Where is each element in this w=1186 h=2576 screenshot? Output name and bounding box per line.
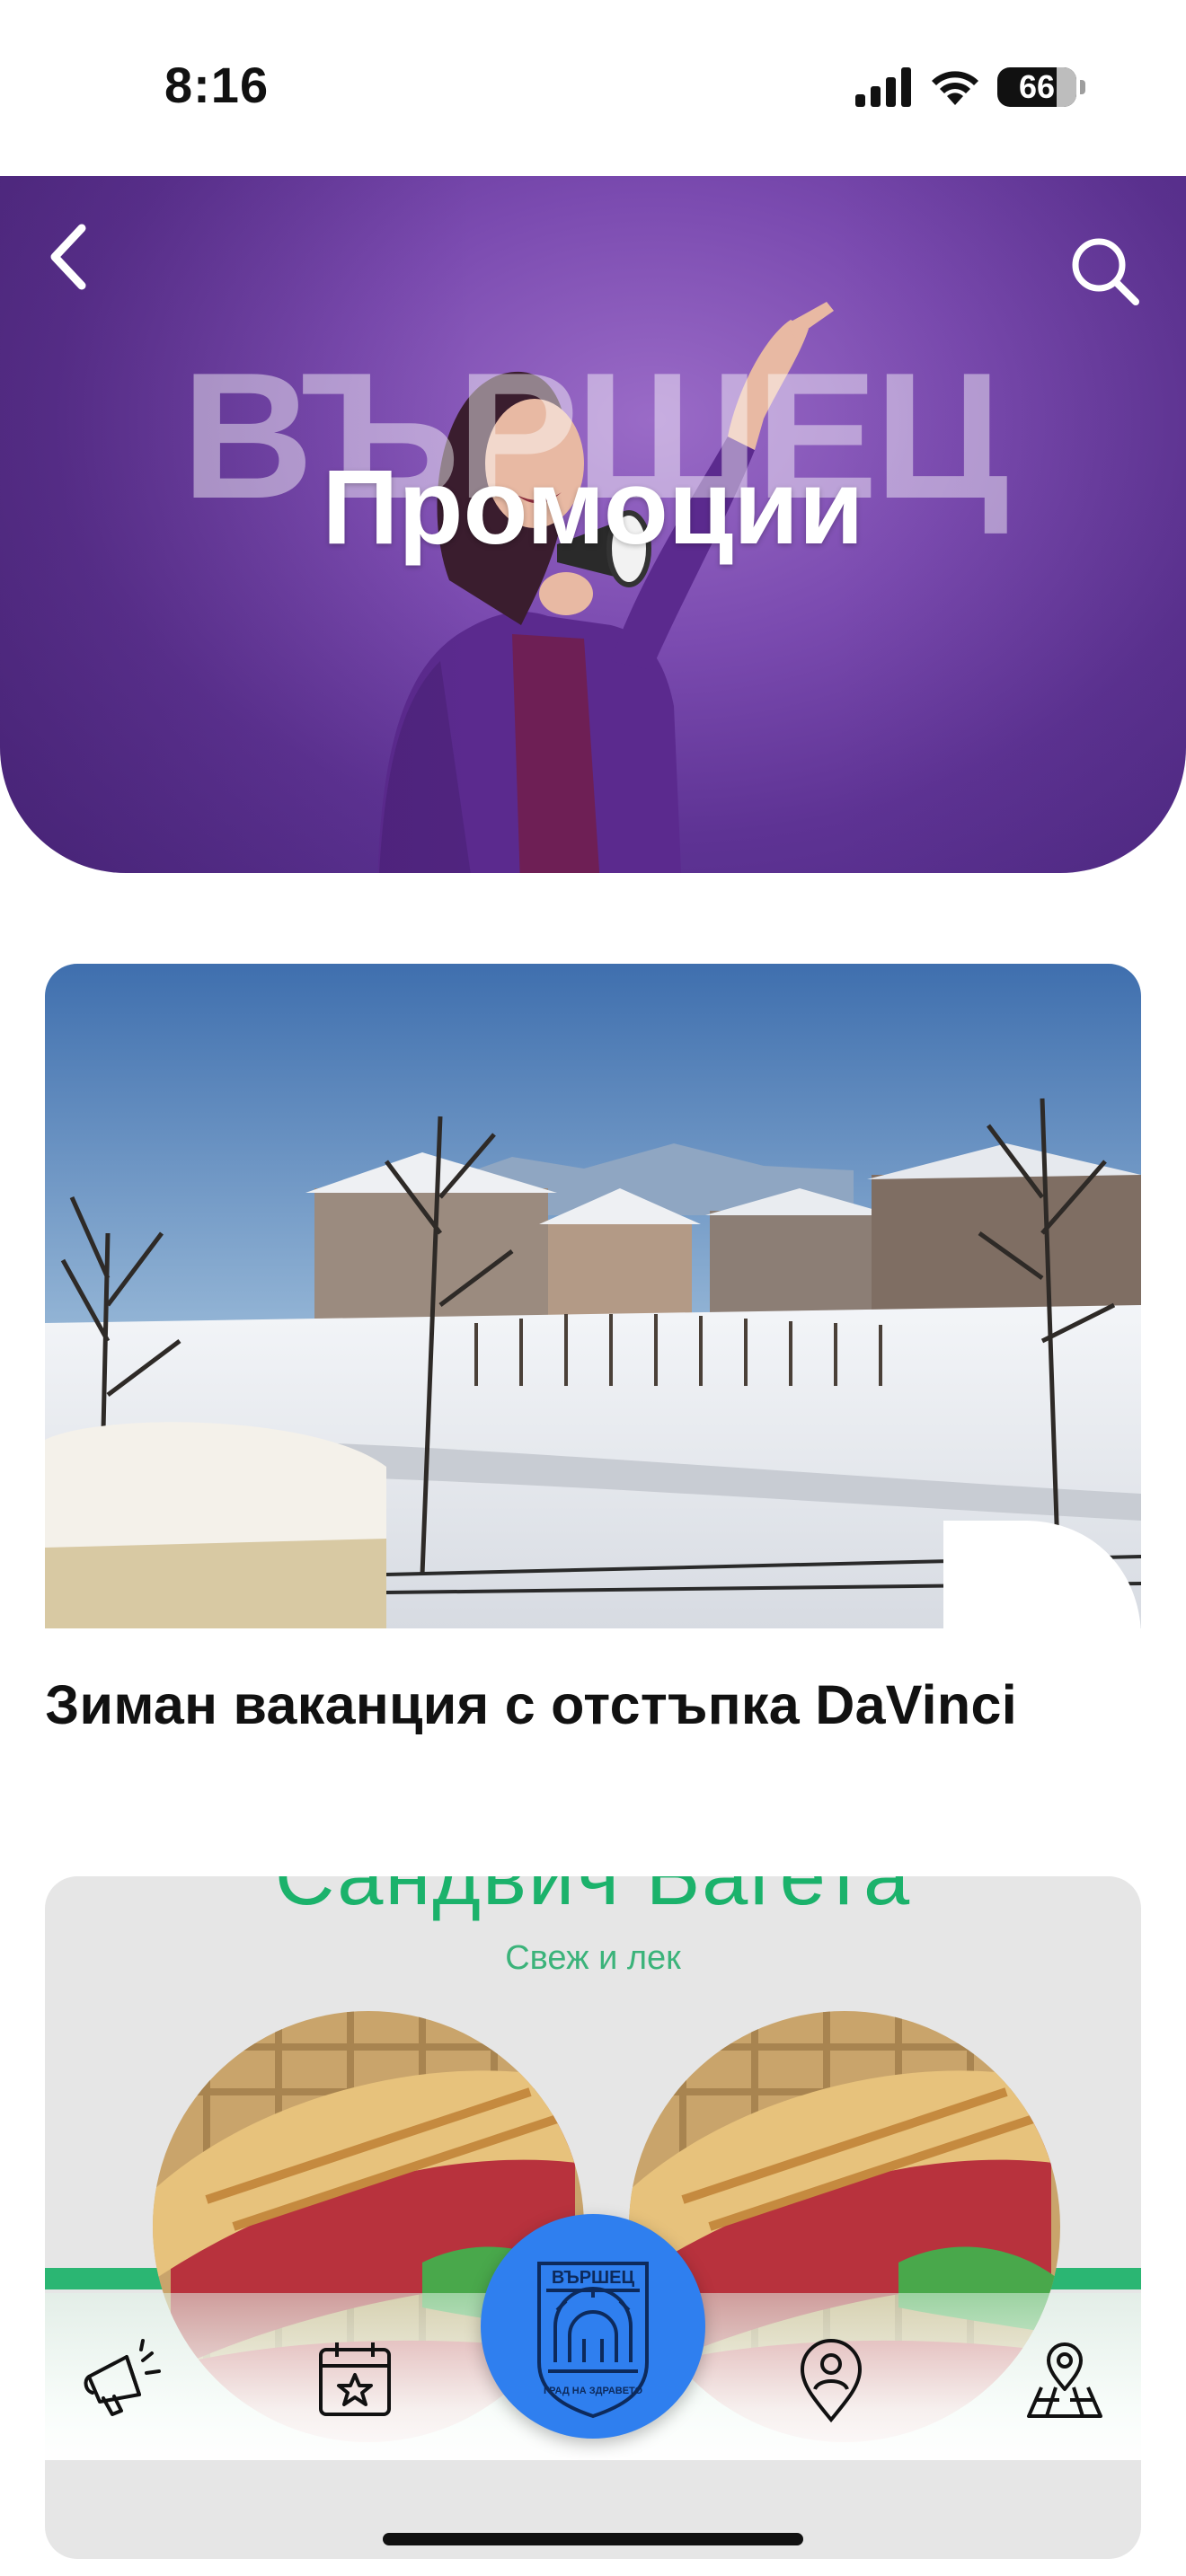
search-icon — [1072, 238, 1139, 305]
user-pin-icon — [800, 2339, 863, 2423]
battery-indicator: 66 — [997, 67, 1076, 107]
promo-title: Зиман ваканция с отстъпка DaVinci — [45, 1674, 1017, 1735]
emblem-text-bottom: ГРАД НА ЗДРАВЕТО — [544, 2386, 643, 2396]
status-time: 8:16 — [164, 57, 270, 113]
promo-image-heading: Сандвич Багета — [274, 1876, 912, 1922]
signal-icon — [855, 67, 911, 107]
emblem-text-top: ВЪРШЕЦ — [552, 2268, 635, 2288]
back-button[interactable] — [32, 212, 104, 302]
megaphone-icon — [84, 2339, 161, 2416]
search-button[interactable] — [1060, 226, 1150, 316]
promo-card[interactable]: Зиман ваканция с отстъпка DaVinci — [45, 964, 1141, 1736]
chevron-left-icon — [50, 224, 86, 290]
promo-image-subtitle: Свеж и лек — [505, 1939, 681, 1977]
map-pin-icon — [1027, 2342, 1102, 2418]
nav-map[interactable] — [1015, 2329, 1114, 2428]
card-corner — [943, 1521, 1141, 1655]
page-title: Промоции — [322, 448, 864, 567]
status-bar: 8:16 66 — [0, 0, 1186, 176]
nav-home-button[interactable]: ВЪРШЕЦ ГРАД НА ЗДРАВЕТО — [481, 2214, 705, 2439]
wifi-icon — [932, 71, 978, 105]
hero-banner: ВЪРШЕЦ Промоции — [0, 176, 1186, 873]
home-indicator[interactable] — [383, 2533, 803, 2545]
nav-promotions[interactable] — [72, 2329, 171, 2428]
nav-events[interactable] — [305, 2329, 404, 2428]
nav-profile[interactable] — [782, 2329, 881, 2428]
calendar-star-icon — [319, 2342, 391, 2416]
battery-level: 66 — [1018, 68, 1056, 105]
status-icons: 66 — [855, 63, 1085, 111]
varshets-emblem-icon: ВЪРШЕЦ ГРАД НА ЗДРАВЕТО — [537, 2262, 649, 2419]
